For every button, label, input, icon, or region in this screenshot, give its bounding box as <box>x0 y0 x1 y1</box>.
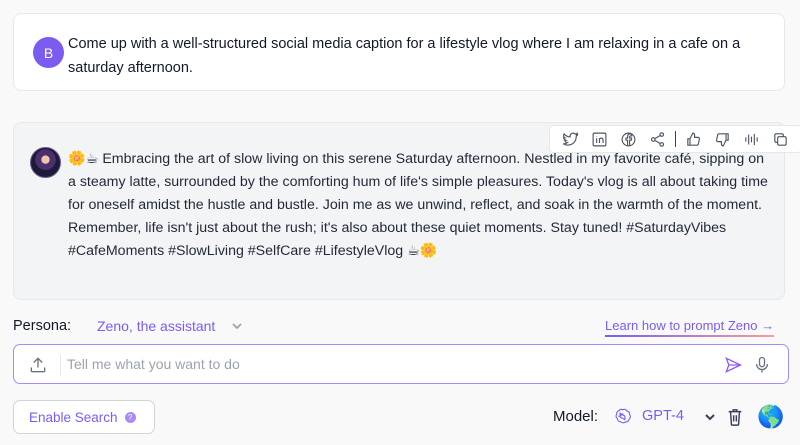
persona-dropdown[interactable]: Zeno, the assistant <box>97 318 243 334</box>
learn-prompt-link[interactable]: Learn how to prompt Zeno → <box>605 318 775 337</box>
globe-icon[interactable]: 🌎 <box>757 404 784 430</box>
thumbs-down-icon <box>716 132 729 146</box>
openai-icon <box>613 407 632 426</box>
clear-chat-button[interactable] <box>726 407 744 427</box>
prompt-input[interactable] <box>67 353 707 375</box>
chevron-down-icon <box>705 414 715 421</box>
upload-button[interactable] <box>28 355 48 375</box>
microphone-button[interactable] <box>752 355 772 375</box>
help-icon[interactable]: ? <box>124 411 136 423</box>
persona-label: Persona: <box>13 318 72 334</box>
assistant-message-text: 🌼☕ Embracing the art of slow living on t… <box>68 151 768 259</box>
assistant-message-card: 🌼☕ Embracing the art of slow living on t… <box>13 122 800 300</box>
send-icon <box>725 357 743 373</box>
upload-icon <box>30 357 46 373</box>
enable-search-button[interactable]: Enable Search ? <box>13 400 155 434</box>
input-divider <box>60 354 61 376</box>
facebook-icon <box>621 132 636 146</box>
prompt-input-box <box>13 344 789 384</box>
action-divider <box>675 131 676 147</box>
user-avatar: B <box>33 37 64 68</box>
user-message-text: Come up with a well-structured social me… <box>68 36 741 76</box>
persona-value: Zeno, the assistant <box>97 318 216 334</box>
microphone-icon <box>755 356 769 373</box>
model-dropdown-button[interactable] <box>703 410 717 424</box>
copy-icon <box>774 132 787 146</box>
chevron-down-icon <box>232 323 242 330</box>
user-message-card: B Come up with a well-structured social … <box>13 13 785 91</box>
audio-wave-icon <box>745 133 758 145</box>
linkedin-icon <box>592 132 607 146</box>
share-icon <box>650 131 665 147</box>
enable-search-label: Enable Search <box>29 409 118 425</box>
copy-button[interactable] <box>766 127 795 151</box>
twitter-icon <box>562 131 579 146</box>
thumbs-up-icon <box>687 132 700 146</box>
model-value: GPT-4 <box>642 408 684 424</box>
model-label: Model: <box>553 408 599 425</box>
send-button[interactable] <box>723 355 743 375</box>
assistant-avatar <box>30 147 61 178</box>
trash-icon <box>728 409 742 426</box>
